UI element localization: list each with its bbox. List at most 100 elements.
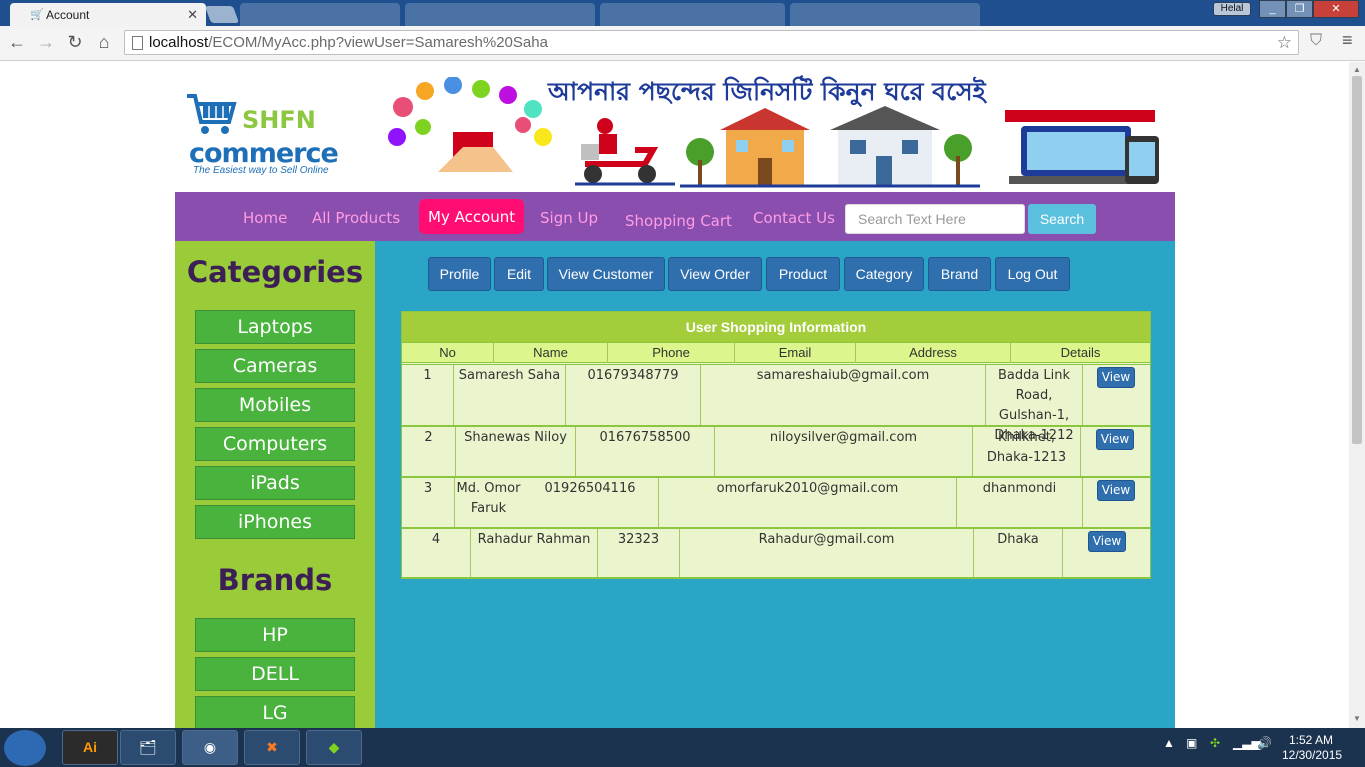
header-no: No xyxy=(439,345,456,360)
clock-date: 12/30/2015 xyxy=(1282,748,1343,762)
table-row: 4 Rahadur Rahman 32323 Rahadur@gmail.com… xyxy=(402,528,1150,578)
forward-arrow-icon[interactable]: → xyxy=(35,31,57,53)
row-address: Dhaka xyxy=(973,529,1062,577)
user-shopping-table: User Shopping Information No Name Phone … xyxy=(401,311,1151,579)
table-header-row: No Name Phone Email Address Details xyxy=(402,342,1150,363)
row-details: View xyxy=(1062,529,1150,577)
view-order-button[interactable]: View Order xyxy=(668,257,762,291)
minimize-button[interactable]: _ xyxy=(1259,0,1286,18)
home-icon[interactable]: ⌂ xyxy=(93,31,115,53)
chrome-taskbar-icon[interactable]: ◉ xyxy=(182,730,238,765)
brand-lg[interactable]: LG xyxy=(195,696,355,728)
tray-device-icon[interactable]: ▣ xyxy=(1186,736,1197,750)
nav-contact-us[interactable]: Contact Us xyxy=(753,209,835,227)
product-button[interactable]: Product xyxy=(766,257,840,291)
illustrator-taskbar-button[interactable]: Ai xyxy=(62,730,118,765)
page-scrollbar[interactable]: ▲ ▼ xyxy=(1349,62,1365,728)
nav-my-account[interactable]: My Account xyxy=(419,199,525,234)
xampp-taskbar-icon[interactable]: ✖ xyxy=(244,730,300,765)
brand-button[interactable]: Brand xyxy=(928,257,991,291)
edit-button[interactable]: Edit xyxy=(494,257,544,291)
table-row: 1 Samaresh Saha 01679348779 samareshaiub… xyxy=(402,364,1150,443)
category-laptops[interactable]: Laptops xyxy=(195,310,355,344)
view-button[interactable]: View xyxy=(1088,531,1126,552)
category-iphones[interactable]: iPhones xyxy=(195,505,355,539)
tab-background-2[interactable] xyxy=(405,3,595,26)
tray-expand-icon[interactable]: ▲ xyxy=(1163,736,1175,750)
main-content: Profile Edit View Customer View Order Pr… xyxy=(375,241,1175,728)
row-phone: 01676758500 xyxy=(575,427,714,476)
window-close-button[interactable]: ✕ xyxy=(1313,0,1359,18)
menu-icon[interactable]: ≡ xyxy=(1342,30,1353,51)
category-ipads[interactable]: iPads xyxy=(195,466,355,500)
file-explorer-icon[interactable]: 🗂 xyxy=(120,730,176,765)
row-email: samareshaiub@gmail.com xyxy=(700,365,985,425)
row-email: niloysilver@gmail.com xyxy=(714,427,972,476)
row-details: View xyxy=(1080,427,1150,476)
search-button[interactable]: Search xyxy=(1028,204,1096,234)
main-navigation: Home All Products My Account Sign Up Sho… xyxy=(175,192,1175,241)
category-computers[interactable]: Computers xyxy=(195,427,355,461)
row-phone: 32323 xyxy=(597,529,679,577)
scroll-down-icon[interactable]: ▼ xyxy=(1353,714,1361,723)
category-mobiles[interactable]: Mobiles xyxy=(195,388,355,422)
sidebar: Categories Laptops Cameras Mobiles Compu… xyxy=(175,241,375,728)
view-customer-button[interactable]: View Customer xyxy=(547,257,665,291)
row-name: Samaresh Saha xyxy=(453,365,565,425)
logo-tagline: The Easiest way to Sell Online xyxy=(193,165,329,176)
search-input[interactable]: Search Text Here xyxy=(845,204,1025,234)
close-tab-icon[interactable]: ✕ xyxy=(187,7,198,23)
windows-start-button[interactable] xyxy=(4,730,46,766)
tray-network-status-icon[interactable]: ✣ xyxy=(1210,736,1220,750)
page-viewport: SHFN commerce The Easiest way to Sell On… xyxy=(0,62,1349,728)
nav-shopping-cart[interactable]: Shopping Cart xyxy=(625,212,732,230)
header-details: Details xyxy=(1010,343,1150,363)
delivery-scooter-illustration xyxy=(575,118,675,186)
shield-extension-icon[interactable]: ⛉ xyxy=(1310,32,1322,50)
bookmark-star-icon[interactable]: ☆ xyxy=(1277,33,1292,53)
address-toolbar: ← → ↻ ⌂ localhost/ECOM/MyAcc.php?viewUse… xyxy=(0,26,1365,61)
tray-volume-icon[interactable]: 🔊 xyxy=(1257,736,1272,750)
header-phone: Phone xyxy=(607,343,734,363)
brand-dell[interactable]: DELL xyxy=(195,657,355,691)
row-email: omorfaruk2010@gmail.com xyxy=(658,478,956,527)
scroll-up-icon[interactable]: ▲ xyxy=(1353,65,1361,74)
header-email: Email xyxy=(734,343,855,363)
scrollbar-thumb[interactable] xyxy=(1352,76,1362,444)
laptop-store-illustration xyxy=(1005,110,1159,184)
nav-sign-up[interactable]: Sign Up xyxy=(540,209,598,227)
logo-shfn-text: SHFN xyxy=(242,106,316,134)
window-user-badge: Helal xyxy=(1213,2,1251,16)
tab-background-1[interactable] xyxy=(240,3,400,26)
category-cameras[interactable]: Cameras xyxy=(195,349,355,383)
row-name: Shanewas Niloy xyxy=(455,427,575,476)
row-phone: 01926504116 xyxy=(544,481,636,496)
new-tab-button[interactable] xyxy=(204,6,240,23)
nav-all-products[interactable]: All Products xyxy=(312,209,400,227)
view-button[interactable]: View xyxy=(1097,480,1135,501)
back-arrow-icon[interactable]: ← xyxy=(6,31,28,53)
category-button[interactable]: Category xyxy=(844,257,924,291)
row-no: 1 xyxy=(423,368,432,383)
site-banner: SHFN commerce The Easiest way to Sell On… xyxy=(175,62,1175,192)
view-button[interactable]: View xyxy=(1097,367,1135,388)
cart-favicon-icon: 🛒 xyxy=(30,9,44,21)
maximize-button[interactable]: ❐ xyxy=(1286,0,1313,18)
profile-button[interactable]: Profile xyxy=(428,257,491,291)
tab-background-4[interactable] xyxy=(790,3,980,26)
row-address: Khilkhet, Dhaka-1213 xyxy=(972,427,1080,476)
header-address: Address xyxy=(855,343,1010,363)
tab-background-3[interactable] xyxy=(600,3,785,26)
taskbar-clock[interactable]: 1:52 AM 12/30/2015 xyxy=(1282,733,1343,763)
tab-account[interactable]: 🛒 Account ✕ xyxy=(10,3,206,26)
app-taskbar-icon[interactable]: ◆ xyxy=(306,730,362,765)
row-name: Md. Omor Faruk xyxy=(454,478,522,527)
shopping-icons-illustration xyxy=(388,77,552,172)
log-out-button[interactable]: Log Out xyxy=(995,257,1070,291)
view-button[interactable]: View xyxy=(1096,429,1134,450)
reload-icon[interactable]: ↻ xyxy=(64,31,86,53)
brand-hp[interactable]: HP xyxy=(195,618,355,652)
table-title: User Shopping Information xyxy=(402,312,1150,342)
nav-home[interactable]: Home xyxy=(243,209,287,227)
url-field[interactable]: localhost/ECOM/MyAcc.php?viewUser=Samare… xyxy=(124,30,1299,55)
